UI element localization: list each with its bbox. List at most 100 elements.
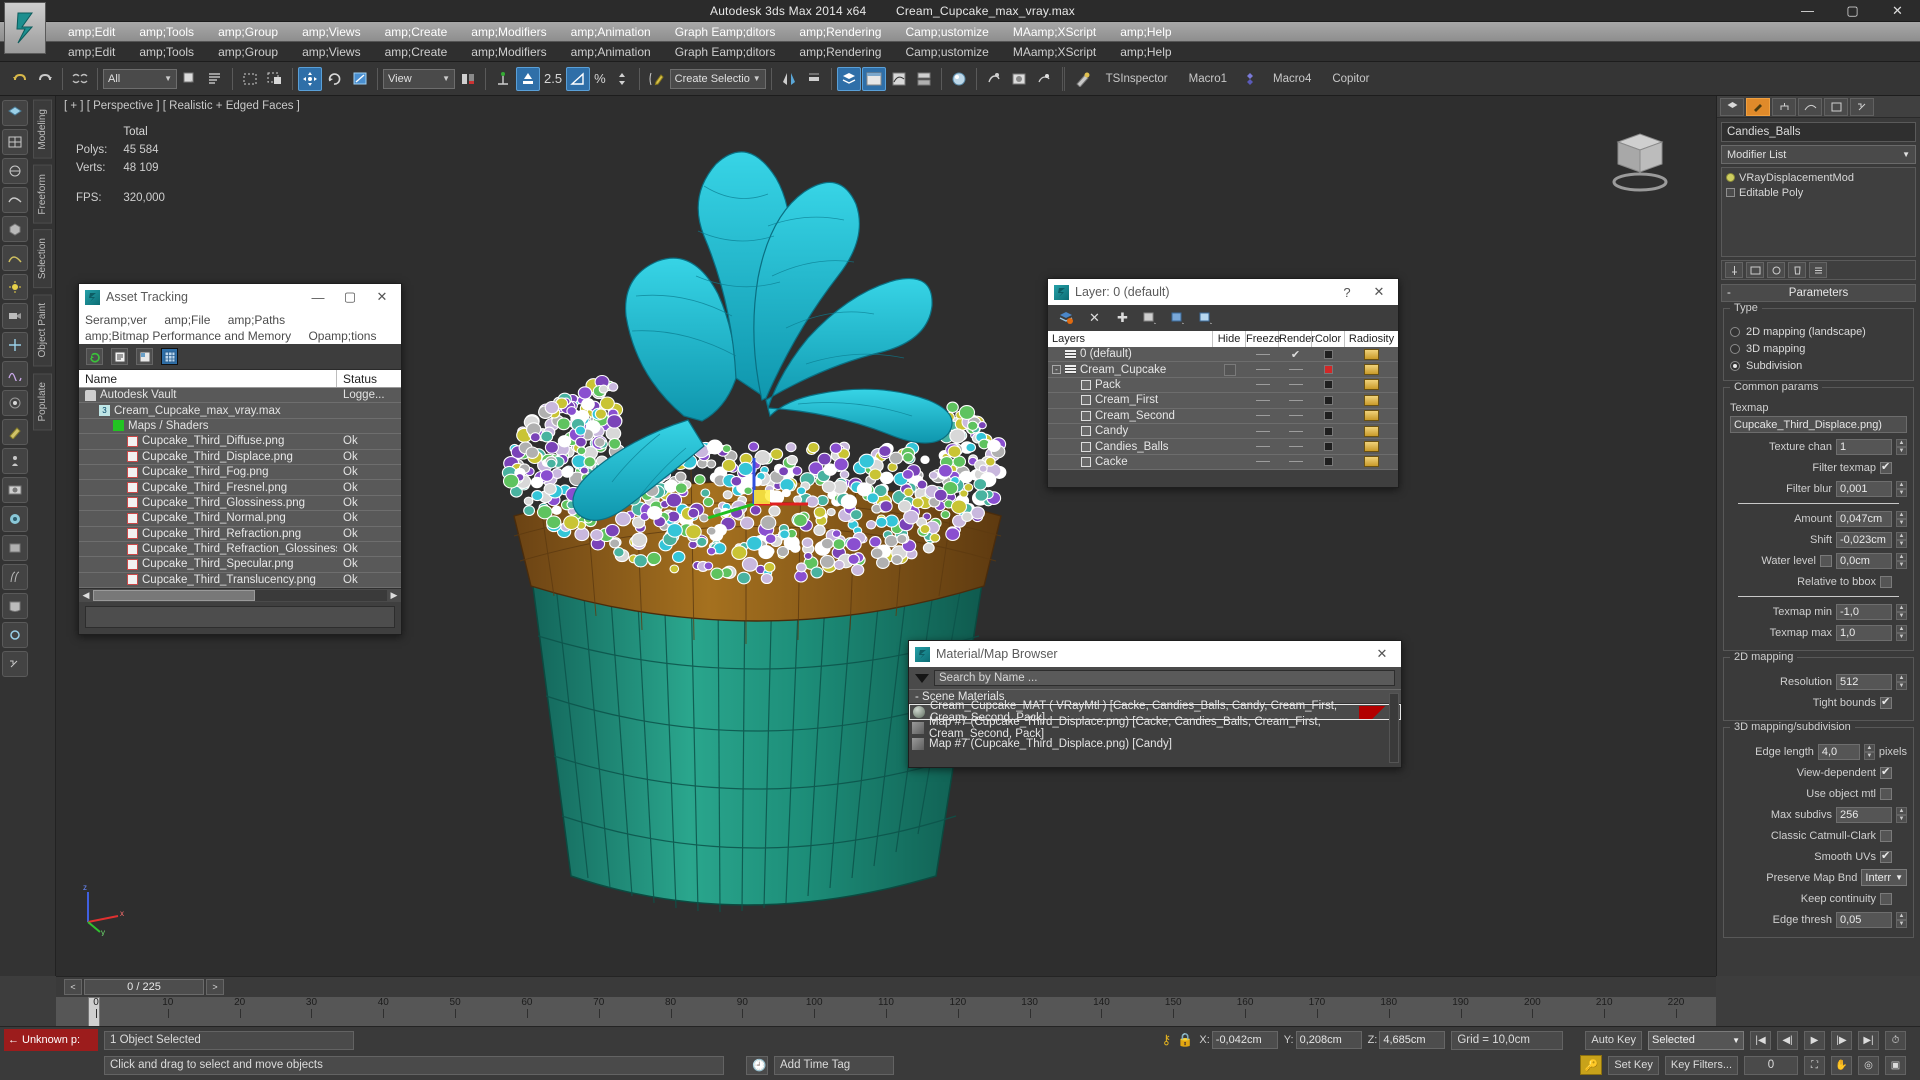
texmap-min-input[interactable]: -1,0 [1836,603,1892,620]
macro-button-macro1[interactable]: Macro1 [1179,73,1237,85]
prev-key-icon[interactable]: ◀| [1777,1030,1798,1050]
hierarchy-tab[interactable] [1772,97,1796,116]
texmap-max-spinner[interactable]: ▲ ▼ [1896,624,1907,641]
key-mode-icon[interactable]: ⚷ [1162,1032,1172,1048]
column-header-color[interactable]: Color [1312,331,1345,347]
radiosity-cell[interactable] [1345,425,1398,437]
grid-view-icon[interactable] [161,348,178,365]
ribbon-tab-populate[interactable]: Populate [32,372,52,431]
next-key-icon[interactable]: |▶ [1831,1030,1852,1050]
material-browser-close[interactable]: ✕ [1369,646,1395,662]
tsinspector-icon[interactable] [1071,67,1095,91]
paint-icon[interactable] [1,419,28,445]
menu-item-animation[interactable]: amp;Animation [559,22,663,42]
snaps-toggle-icon[interactable] [516,66,540,91]
table-row[interactable]: Cupcake_Third_Normal.png Ok [79,511,401,527]
object-name-field[interactable]: Candies_Balls [1721,122,1916,142]
color-cell[interactable] [1312,349,1345,359]
freeze-cell[interactable] [1246,446,1279,448]
column-header-render[interactable]: Render [1279,331,1315,347]
resolution-spinner[interactable]: ▲ ▼ [1896,673,1907,690]
menu2-item-edit[interactable]: amp;Edit [56,42,127,62]
max-subdivs-input[interactable]: 256 [1836,806,1892,823]
details-view-icon[interactable] [136,348,153,365]
radiosity-cell[interactable] [1345,441,1398,453]
radiosity-cell[interactable] [1345,394,1398,406]
window-crossing-icon[interactable] [263,67,287,91]
freeze-cell[interactable] [1246,353,1279,355]
radio-icon[interactable] [1730,343,1740,354]
layer-row[interactable]: Candies_Balls [1048,439,1398,455]
radiosity-icon[interactable] [1364,410,1379,422]
material-row[interactable]: Map #7 (Cupcake_Third_Displace.png) [Can… [909,736,1401,752]
set-key-button[interactable]: Set Key [1608,1055,1659,1075]
reference-coordinate-dropdown[interactable]: View ▼ [383,68,455,89]
layer-row[interactable]: Cream_Second [1048,409,1398,424]
layer-dialog-help[interactable]: ? [1334,285,1360,300]
menu-item-graph-editors[interactable]: Graph Eamp;ditors [663,22,788,42]
cameras-icon[interactable] [1,303,28,329]
layer-row[interactable]: Cacke [1048,455,1398,471]
asset-tracking-list[interactable]: Autodesk Vault Logge... 3 Cream_Cupcake_max… [79,388,401,589]
add-time-tag-button[interactable]: Add Time Tag [774,1055,894,1075]
render-cell[interactable] [1279,446,1312,448]
utilities-tab[interactable] [1850,97,1874,116]
radiosity-icon[interactable] [1364,348,1379,360]
menu-item-edit[interactable]: amp;Edit [56,22,127,42]
menu-item-group[interactable]: amp;Group [206,22,290,42]
layer-dialog[interactable]: Layer: 0 (default) ? ✕ ✕ ✚ Layers Hide F… [1047,278,1399,488]
highlight-selected-objects-icon[interactable] [1170,310,1187,327]
render-cell[interactable]: ✔ [1279,348,1312,361]
macro-button-macro4[interactable]: Macro4 [1263,73,1321,85]
layer-row[interactable]: 0 (default) ✔ [1048,347,1398,363]
asset-tracking-close[interactable]: ✕ [369,289,395,305]
render-setup-icon[interactable] [982,67,1006,91]
max-subdivs-spinner[interactable]: ▲ ▼ [1896,806,1907,823]
asset-tracking-maximize[interactable]: ▢ [337,289,363,305]
lights-icon[interactable] [1,274,28,300]
helpers-icon[interactable] [1,332,28,358]
use-pivot-center-icon[interactable] [456,67,480,91]
maximize-viewport-icon[interactable]: ▣ [1885,1055,1906,1075]
schematic-view-icon[interactable] [912,67,936,91]
modifier-list-dropdown[interactable]: Modifier List ▼ [1721,145,1916,164]
menu2-item-tools[interactable]: amp;Tools [127,42,206,62]
zoom-extents-icon[interactable]: ⛶ [1804,1055,1825,1075]
systems-icon[interactable] [1,390,28,416]
remove-modifier-icon[interactable] [1788,262,1806,278]
radiosity-icon[interactable] [1364,379,1379,391]
color-cell[interactable] [1312,395,1345,405]
refresh-icon[interactable] [86,348,103,365]
layer-properties-icon[interactable] [1198,310,1215,327]
menu-item-tools[interactable]: amp;Tools [127,22,206,42]
stack-item-editable-poly[interactable]: Editable Poly [1724,185,1913,200]
color-cell[interactable] [1312,411,1345,421]
amount-spinner[interactable]: ▲ ▼ [1896,510,1907,527]
hide-checkbox[interactable] [1223,363,1236,376]
render-cell[interactable] [1279,430,1312,432]
close-button[interactable]: ✕ [1875,0,1920,22]
cupcake-3d-model[interactable] [436,116,1196,936]
resolution-input[interactable]: 512 [1836,673,1892,690]
scroll-thumb[interactable] [93,590,255,602]
filter-blur-input[interactable]: 0,001 [1836,480,1892,497]
auto-key-button[interactable]: Auto Key [1585,1030,1642,1050]
material-browser-scrollbar[interactable] [1389,693,1399,763]
key-frame-value[interactable]: 0 [1744,1055,1798,1075]
render-cell[interactable] [1279,461,1312,463]
layer-row[interactable]: Pack [1048,378,1398,394]
material-editor-icon[interactable] [947,67,971,91]
edge-thresh-spinner[interactable]: ▲ ▼ [1896,911,1907,928]
color-cell[interactable] [1312,380,1345,390]
make-unique-icon[interactable] [1767,262,1785,278]
table-row[interactable]: Cupcake_Third_Refraction_Glossiness.png O… [79,542,401,558]
view-cube[interactable] [1596,120,1676,200]
menu2-item-views[interactable]: amp;Views [290,42,372,62]
water-level-checkbox[interactable] [1820,554,1832,567]
ribbon-tab-object-paint[interactable]: Object Paint [32,294,52,367]
texture-channel-spinner[interactable]: ▲ ▼ [1896,438,1907,455]
play-animation-icon[interactable]: ▶ [1804,1030,1825,1050]
menu-item-rendering[interactable]: amp;Rendering [787,22,893,42]
menu2-item-animation[interactable]: amp;Animation [559,42,663,62]
preserve-map-dropdown[interactable]: Interr ▼ [1861,869,1907,886]
